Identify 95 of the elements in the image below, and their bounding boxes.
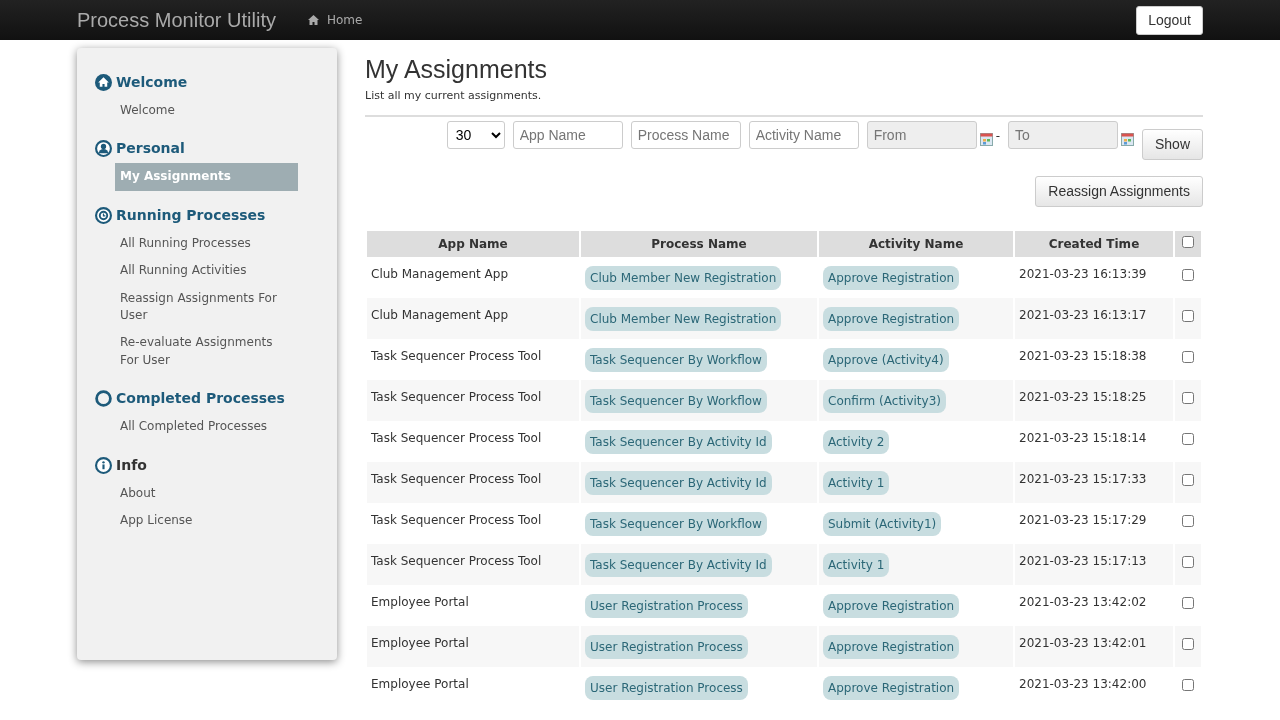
table-cell-text: Task Sequencer Process Tool <box>370 511 543 529</box>
to-date-field[interactable]: To <box>1007 120 1118 149</box>
from-date-field[interactable]: From <box>866 120 977 149</box>
table-cell: 2021-03-23 16:13:17 <box>1015 297 1173 339</box>
process-name-field[interactable]: Process Name <box>630 120 741 149</box>
table-cell-text: Task Sequencer Process Tool <box>370 347 543 365</box>
activity-link[interactable]: Approve Registration <box>823 593 960 618</box>
process-link[interactable]: User Registration Process <box>585 675 748 700</box>
row-checkbox[interactable] <box>1182 555 1194 568</box>
table-cell-text: 2021-03-23 16:13:39 <box>1018 265 1148 283</box>
home-icon <box>307 15 319 25</box>
table-cell: Task Sequencer Process Tool <box>367 543 579 585</box>
sidebar-link[interactable]: All Running Activities <box>115 257 298 285</box>
table-cell: Task Sequencer Process Tool <box>367 461 579 503</box>
page-size-select[interactable]: 30 <box>446 120 505 149</box>
table-cell: Task Sequencer Process Tool <box>367 379 579 421</box>
app-name-field[interactable]: App Name <box>512 120 623 149</box>
activity-link[interactable]: Submit (Activity1) <box>823 511 942 536</box>
table-cell: 2021-03-23 15:17:33 <box>1015 461 1173 503</box>
ring-icon <box>95 390 112 408</box>
process-link[interactable]: Task Sequencer By Workflow <box>585 347 767 372</box>
row-checkbox[interactable] <box>1182 473 1194 486</box>
logout-button[interactable]: Logout <box>1136 5 1203 35</box>
row-checkbox[interactable] <box>1182 678 1194 691</box>
section-heading: Completed Processes <box>116 389 285 409</box>
table-cell: Club Management App <box>367 297 579 339</box>
table-cell-text: Club Management App <box>370 265 510 283</box>
table-cell-text: 2021-03-23 13:42:02 <box>1018 593 1148 611</box>
process-link[interactable]: Club Member New Registration <box>585 265 782 290</box>
activity-link[interactable]: Activity 2 <box>823 429 890 454</box>
process-link[interactable]: Task Sequencer By Activity Id <box>585 429 772 454</box>
sidebar-link[interactable]: Welcome <box>115 97 298 125</box>
process-link[interactable]: Task Sequencer By Activity Id <box>585 552 772 577</box>
row-checkbox[interactable] <box>1182 350 1194 363</box>
table-cell-text: 2021-03-23 15:17:29 <box>1018 511 1148 529</box>
row-checkbox[interactable] <box>1182 514 1194 527</box>
table-cell-text: Employee Portal <box>370 675 470 693</box>
app-title: Process Monitor Utility <box>77 8 276 33</box>
home-icon <box>95 74 112 91</box>
process-link[interactable]: Task Sequencer By Workflow <box>585 511 767 536</box>
process-link[interactable]: Task Sequencer By Activity Id <box>585 470 772 495</box>
column-header: Process Name <box>581 230 817 257</box>
activity-link[interactable]: Approve Registration <box>823 306 960 331</box>
process-link[interactable]: User Registration Process <box>585 634 748 659</box>
activity-link[interactable]: Activity 1 <box>823 470 890 495</box>
sidebar-link[interactable]: Reassign Assignments For User <box>115 284 298 330</box>
home-link[interactable]: Home <box>299 11 363 29</box>
process-link[interactable]: Club Member New Registration <box>585 306 782 331</box>
calendar-icon[interactable] <box>1120 132 1134 146</box>
sidebar-link[interactable]: Re-evaluate Assignments For User <box>115 329 298 375</box>
process-link[interactable]: Task Sequencer By Workflow <box>585 388 767 413</box>
column-header: Activity Name <box>819 230 1013 257</box>
row-checkbox[interactable] <box>1182 268 1194 281</box>
sidebar-link[interactable]: About <box>115 479 298 507</box>
table-cell-text: Employee Portal <box>370 593 470 611</box>
table-cell: 2021-03-23 15:18:25 <box>1015 379 1173 421</box>
column-header: Created Time <box>1015 230 1173 257</box>
row-checkbox[interactable] <box>1182 432 1194 445</box>
sidebar-link[interactable]: All Running Processes <box>115 229 298 258</box>
section-heading: Welcome <box>116 73 188 92</box>
table-cell-text: 2021-03-23 15:18:38 <box>1018 347 1148 365</box>
date-separator: - <box>995 127 1000 145</box>
info-icon <box>95 456 112 474</box>
table-cell-text: Task Sequencer Process Tool <box>370 429 543 447</box>
activity-link[interactable]: Approve Registration <box>823 675 960 700</box>
table-cell: 2021-03-23 15:17:13 <box>1015 543 1173 585</box>
section-heading: Personal <box>116 139 185 159</box>
activity-link[interactable]: Confirm (Activity3) <box>823 388 946 413</box>
table-cell-text: 2021-03-23 15:18:14 <box>1018 429 1148 447</box>
table-cell: Employee Portal <box>367 625 579 667</box>
row-checkbox[interactable] <box>1182 309 1194 322</box>
row-checkbox[interactable] <box>1182 637 1194 650</box>
column-header: App Name <box>367 230 579 257</box>
person-icon <box>95 140 112 158</box>
select-all-checkbox[interactable] <box>1182 235 1194 248</box>
activity-link[interactable]: Approve Registration <box>823 634 960 659</box>
calendar-icon[interactable] <box>979 132 993 146</box>
page-subtitle: List all my current assignments. <box>365 88 1203 117</box>
sidebar-link[interactable]: App License <box>115 506 298 535</box>
sidebar-link[interactable]: All Completed Processes <box>115 413 298 441</box>
activity-link[interactable]: Approve (Activity4) <box>823 347 949 372</box>
activity-link[interactable]: Approve Registration <box>823 265 960 290</box>
row-checkbox[interactable] <box>1182 391 1194 404</box>
show-button[interactable]: Show <box>1141 128 1203 160</box>
reassign-assignments-button[interactable]: Reassign Assignments <box>1035 175 1203 207</box>
section-heading: Running Processes <box>116 205 266 225</box>
process-link[interactable]: User Registration Process <box>585 593 748 618</box>
activity-link[interactable]: Activity 1 <box>823 552 890 577</box>
activity-name-field[interactable]: Activity Name <box>748 120 859 149</box>
row-checkbox[interactable] <box>1182 596 1194 609</box>
clock-icon <box>95 206 112 224</box>
page-title: My Assignments <box>365 54 548 84</box>
table-cell-text: 2021-03-23 13:42:00 <box>1018 675 1148 693</box>
section-heading: Info <box>116 455 147 475</box>
table-cell: 2021-03-23 13:42:01 <box>1015 625 1173 667</box>
